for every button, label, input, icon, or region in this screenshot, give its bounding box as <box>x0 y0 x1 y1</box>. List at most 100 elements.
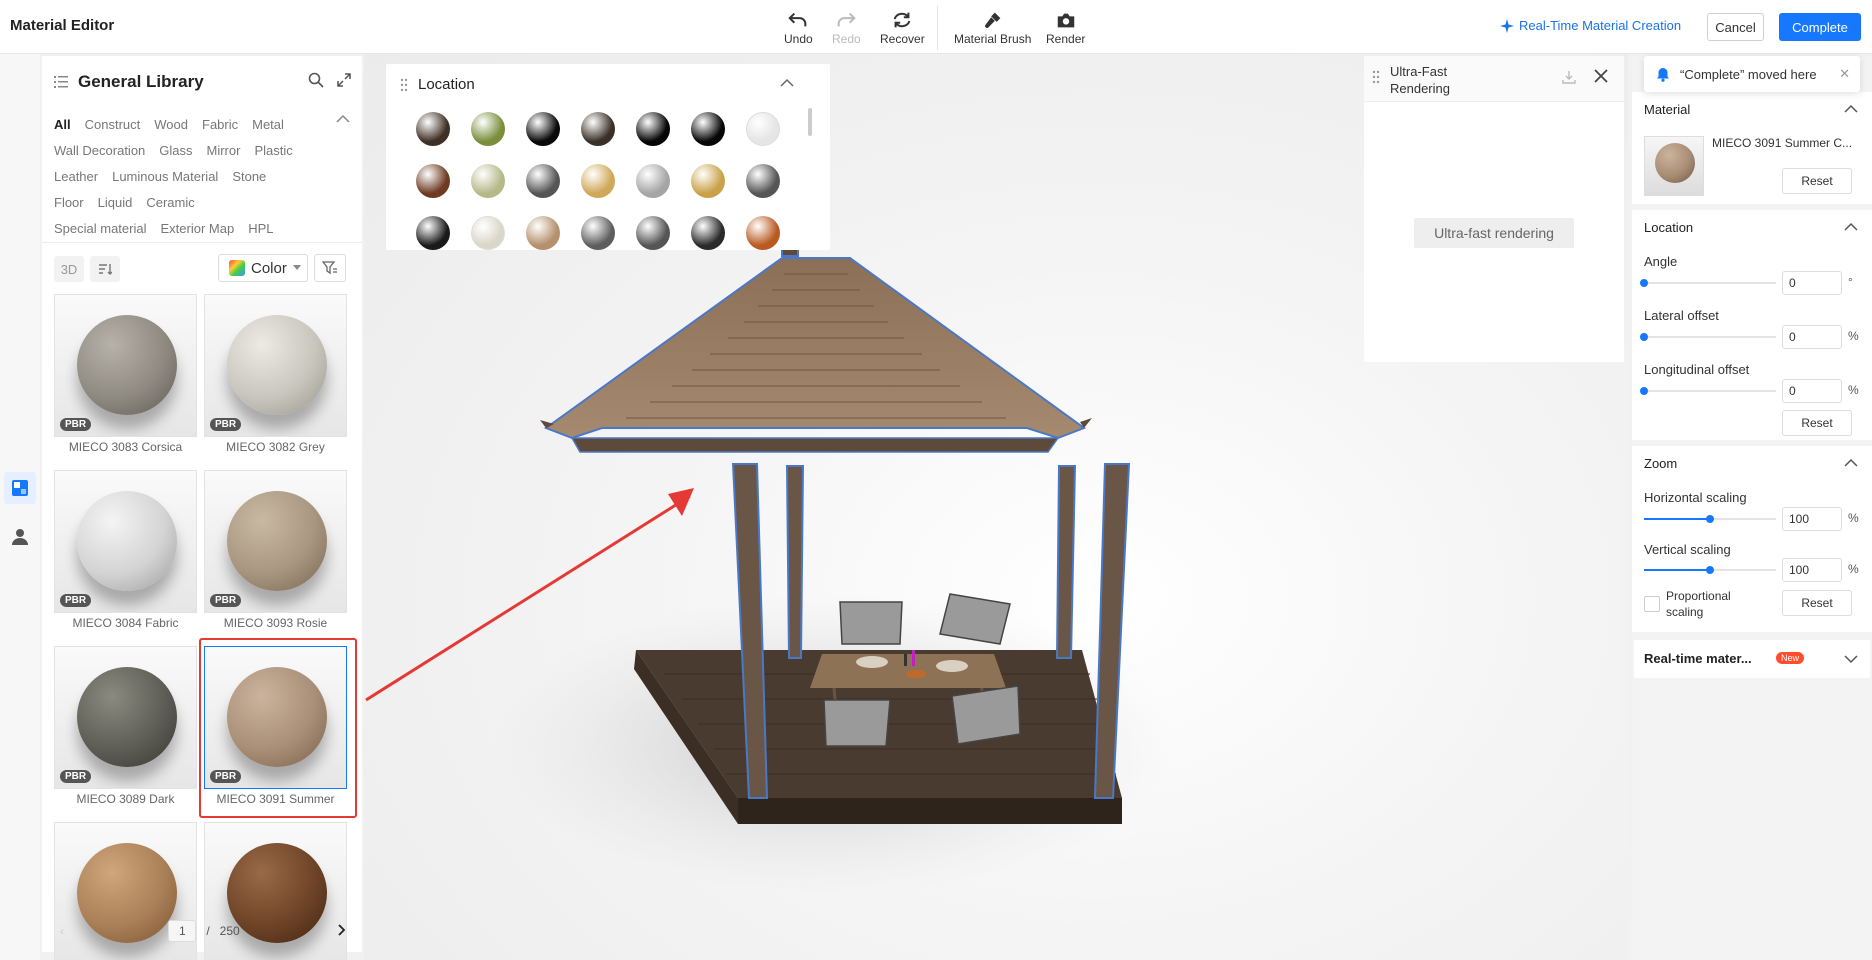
category-mirror[interactable]: Mirror <box>207 138 241 164</box>
chevron-up-icon[interactable] <box>336 114 350 124</box>
lateral-slider-knob[interactable] <box>1640 333 1648 341</box>
material-swatch[interactable] <box>581 112 615 146</box>
material-swatch[interactable] <box>636 216 670 250</box>
material-card[interactable]: PBR <box>54 646 197 789</box>
color-filter-dropdown[interactable]: Color <box>218 254 308 282</box>
horizontal-scaling-slider[interactable] <box>1644 515 1776 523</box>
expand-icon[interactable] <box>336 72 352 88</box>
undo-button[interactable]: Undo <box>784 10 813 46</box>
vertical-scaling-slider[interactable] <box>1644 566 1776 574</box>
page-input[interactable]: 1 <box>168 920 197 942</box>
category-wall-decoration[interactable]: Wall Decoration <box>54 138 145 164</box>
search-icon[interactable] <box>308 72 324 88</box>
material-swatch[interactable] <box>746 112 780 146</box>
category-hpl[interactable]: HPL <box>248 216 273 242</box>
material-library-tab[interactable] <box>4 472 36 504</box>
category-ceramic[interactable]: Ceramic <box>146 190 194 216</box>
redo-button[interactable]: Redo <box>832 10 861 46</box>
zoom-reset-button[interactable]: Reset <box>1782 590 1852 616</box>
longitudinal-offset-unit: % <box>1848 383 1859 397</box>
user-library-tab[interactable] <box>4 520 36 552</box>
color-filter-label: Color <box>251 259 287 277</box>
next-page-icon[interactable] <box>338 923 346 939</box>
category-luminous-material[interactable]: Luminous Material <box>112 164 218 190</box>
ultra-fast-render-button[interactable]: Ultra-fast rendering <box>1414 218 1574 248</box>
longitudinal-offset-slider[interactable] <box>1640 387 1776 395</box>
category-leather[interactable]: Leather <box>54 164 98 190</box>
horizontal-scaling-knob[interactable] <box>1706 515 1714 523</box>
material-card[interactable]: PBR <box>54 294 197 437</box>
material-swatch[interactable] <box>581 216 615 250</box>
complete-button[interactable]: Complete <box>1779 13 1861 41</box>
material-brush-button[interactable]: Material Brush <box>954 10 1031 46</box>
category-glass[interactable]: Glass <box>159 138 192 164</box>
material-swatch[interactable] <box>471 112 505 146</box>
chevron-up-icon[interactable] <box>780 78 794 88</box>
material-swatch[interactable] <box>691 164 725 198</box>
angle-input[interactable]: 0 <box>1782 271 1842 295</box>
lateral-offset-slider[interactable] <box>1640 333 1776 341</box>
chevron-up-icon[interactable] <box>1844 222 1858 232</box>
category-plastic[interactable]: Plastic <box>254 138 292 164</box>
drag-handle-icon[interactable] <box>1372 70 1380 84</box>
vertical-scaling-knob[interactable] <box>1706 566 1714 574</box>
vertical-scaling-input[interactable]: 100 <box>1782 558 1842 582</box>
sort-button[interactable] <box>90 256 120 282</box>
material-card[interactable]: PBR <box>204 294 347 437</box>
chevron-down-icon[interactable] <box>1844 654 1858 664</box>
category-special-material[interactable]: Special material <box>54 216 147 242</box>
material-swatch[interactable] <box>416 216 450 250</box>
advanced-filter-button[interactable] <box>314 254 346 282</box>
longitudinal-slider-knob[interactable] <box>1640 387 1648 395</box>
pbr-badge: PBR <box>210 594 242 607</box>
material-swatch[interactable] <box>526 112 560 146</box>
close-icon[interactable] <box>1594 69 1608 83</box>
close-icon[interactable]: ✕ <box>1839 66 1850 82</box>
drag-handle-icon[interactable] <box>400 78 408 92</box>
category-construct[interactable]: Construct <box>85 112 141 138</box>
material-swatch[interactable] <box>746 164 780 198</box>
swatch-scrollbar[interactable] <box>808 108 812 136</box>
category-floor[interactable]: Floor <box>54 190 84 216</box>
horizontal-scaling-input[interactable]: 100 <box>1782 507 1842 531</box>
realtime-material-section[interactable]: Real-time mater... New <box>1634 640 1870 678</box>
material-swatch[interactable] <box>526 216 560 250</box>
category-metal[interactable]: Metal <box>252 112 284 138</box>
material-swatch[interactable] <box>636 164 670 198</box>
material-swatch[interactable] <box>416 112 450 146</box>
material-swatch[interactable] <box>526 164 560 198</box>
angle-slider[interactable] <box>1640 279 1776 287</box>
category-liquid[interactable]: Liquid <box>98 190 133 216</box>
material-card[interactable]: PBR <box>204 470 347 613</box>
category-fabric[interactable]: Fabric <box>202 112 238 138</box>
material-swatch[interactable] <box>471 164 505 198</box>
material-card[interactable]: PBR <box>54 470 197 613</box>
location-reset-button[interactable]: Reset <box>1782 410 1852 436</box>
realtime-material-link[interactable]: Real-Time Material Creation <box>1500 18 1681 33</box>
category-stone[interactable]: Stone <box>232 164 266 190</box>
chevron-up-icon[interactable] <box>1844 458 1858 468</box>
category-exterior-map[interactable]: Exterior Map <box>161 216 235 242</box>
recover-button[interactable]: Recover <box>880 10 925 46</box>
download-icon[interactable] <box>1562 70 1576 84</box>
lateral-offset-input[interactable]: 0 <box>1782 325 1842 349</box>
cancel-button[interactable]: Cancel <box>1707 13 1764 41</box>
material-swatch[interactable] <box>416 164 450 198</box>
category-wood[interactable]: Wood <box>154 112 188 138</box>
library-icon <box>12 480 28 496</box>
chevron-up-icon[interactable] <box>1844 104 1858 114</box>
3d-toggle-button[interactable]: 3D <box>54 256 84 282</box>
material-swatch[interactable] <box>581 164 615 198</box>
material-swatch[interactable] <box>636 112 670 146</box>
prev-page-icon[interactable]: ‹ <box>60 924 64 938</box>
category-all[interactable]: All <box>54 112 71 138</box>
material-swatch[interactable] <box>746 216 780 250</box>
material-reset-button[interactable]: Reset <box>1782 168 1852 194</box>
longitudinal-offset-input[interactable]: 0 <box>1782 379 1842 403</box>
angle-slider-knob[interactable] <box>1640 279 1648 287</box>
material-swatch[interactable] <box>471 216 505 250</box>
material-swatch[interactable] <box>691 112 725 146</box>
material-swatch[interactable] <box>691 216 725 250</box>
render-button[interactable]: Render <box>1046 10 1085 46</box>
proportional-scaling-checkbox[interactable] <box>1644 596 1660 612</box>
